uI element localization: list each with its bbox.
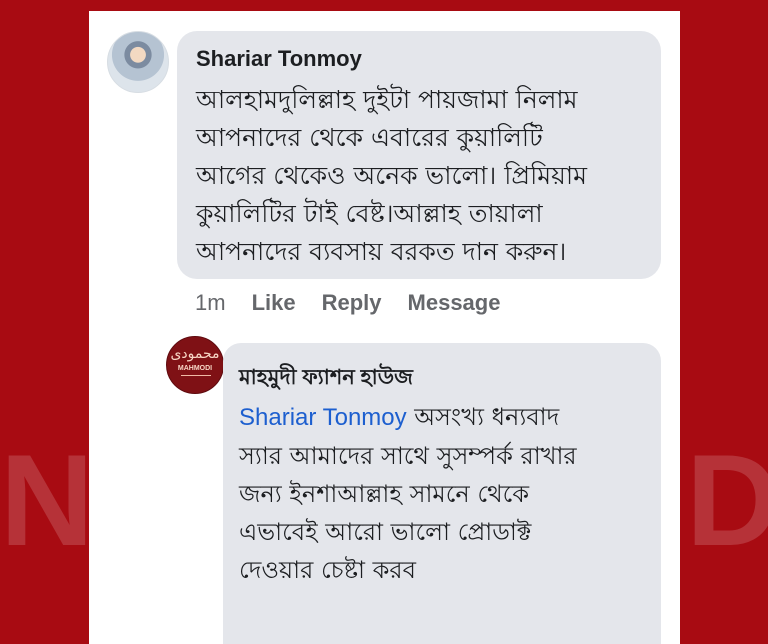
message-button[interactable]: Message (408, 290, 501, 316)
page-logo-name: MAHMODI (177, 365, 213, 372)
reply-author[interactable]: মাহমুদী ফ্যাশন হাউজ (239, 361, 413, 396)
comment-text: আলহামদুলিল্লাহ দুইটা পায়জামা নিলাম আপনা… (196, 85, 587, 266)
page-logo-divider (181, 375, 211, 376)
user-avatar-icon[interactable] (107, 31, 169, 93)
comment-thread: Shariar Tonmoy আলহামদুলিল্লাহ দুইটা পায়… (89, 11, 680, 644)
background-watermark-left: N (0, 427, 96, 573)
page-logo-icon[interactable]: محمودی MAHMODI (166, 336, 224, 394)
page-logo-script: محمودی (170, 346, 220, 362)
reply-button[interactable]: Reply (322, 290, 382, 316)
mentioned-user-link[interactable]: Shariar Tonmoy (239, 404, 407, 431)
comment-actions: 1m Like Reply Message (195, 290, 500, 316)
comment-time: 1m (195, 290, 226, 315)
like-button[interactable]: Like (252, 290, 296, 316)
comment-bubble: Shariar Tonmoy আলহামদুলিল্লাহ দুইটা পায়… (177, 31, 661, 279)
reply-bubble: মাহমুদী ফ্যাশন হাউজ Shariar Tonmoy অসংখ্… (223, 343, 661, 644)
reply-text-block: Shariar Tonmoy অসংখ্য ধন্যবাদ স্যার আমাদ… (239, 398, 649, 589)
background-watermark-right: Di (686, 427, 768, 573)
comment-author[interactable]: Shariar Tonmoy (196, 46, 362, 72)
